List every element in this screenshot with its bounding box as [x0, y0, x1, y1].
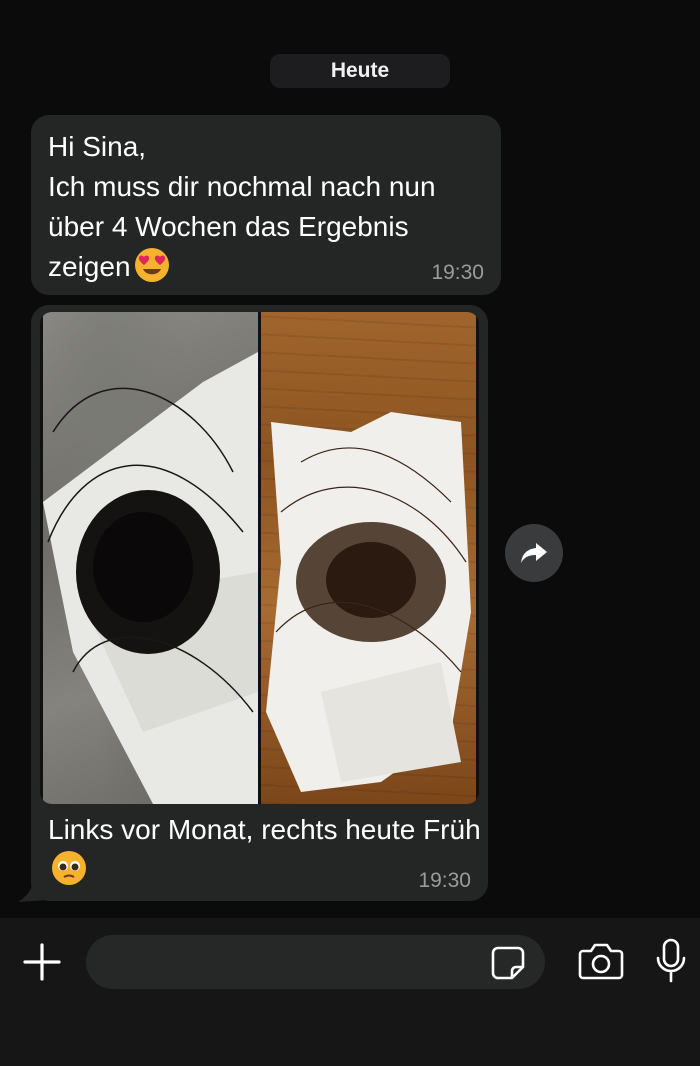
chat-area: Heute Hi Sina, Ich muss dir nochmal nach…	[0, 0, 700, 918]
message-text-container: Hi Sina, Ich muss dir nochmal nach nun ü…	[48, 127, 488, 287]
message-input[interactable]	[86, 935, 545, 989]
message-timestamp: 19:30	[431, 261, 484, 284]
camera-button[interactable]	[578, 940, 624, 982]
photo-message-bubble[interactable]: Links vor Monat, rechts heute Früh 19:30	[31, 305, 488, 901]
photo-left-panel	[43, 312, 258, 804]
bubble-tail	[18, 880, 48, 902]
attach-button[interactable]	[22, 942, 62, 982]
date-separator-label: Heute	[330, 59, 390, 82]
message-text: Links vor Monat, rechts heute Früh	[48, 814, 481, 845]
forward-icon	[521, 543, 547, 563]
date-separator: Heute	[270, 54, 450, 88]
camera-icon	[578, 943, 624, 980]
forward-button[interactable]	[505, 524, 563, 582]
pleading-face-emoji-icon	[52, 851, 86, 885]
message-timestamp: 19:30	[418, 869, 471, 892]
heart-eyes-emoji-icon	[134, 248, 169, 282]
message-photo[interactable]	[40, 312, 479, 804]
message-bubble[interactable]: Hi Sina, Ich muss dir nochmal nach nun ü…	[31, 115, 501, 295]
microphone-button[interactable]	[654, 938, 688, 984]
photo-right-panel	[261, 312, 476, 804]
sticker-button[interactable]	[490, 945, 526, 981]
plus-icon	[23, 943, 61, 981]
sticker-icon	[491, 946, 525, 980]
message-text: Hi Sina, Ich muss dir nochmal nach nun ü…	[48, 131, 436, 282]
microphone-icon	[656, 938, 686, 983]
